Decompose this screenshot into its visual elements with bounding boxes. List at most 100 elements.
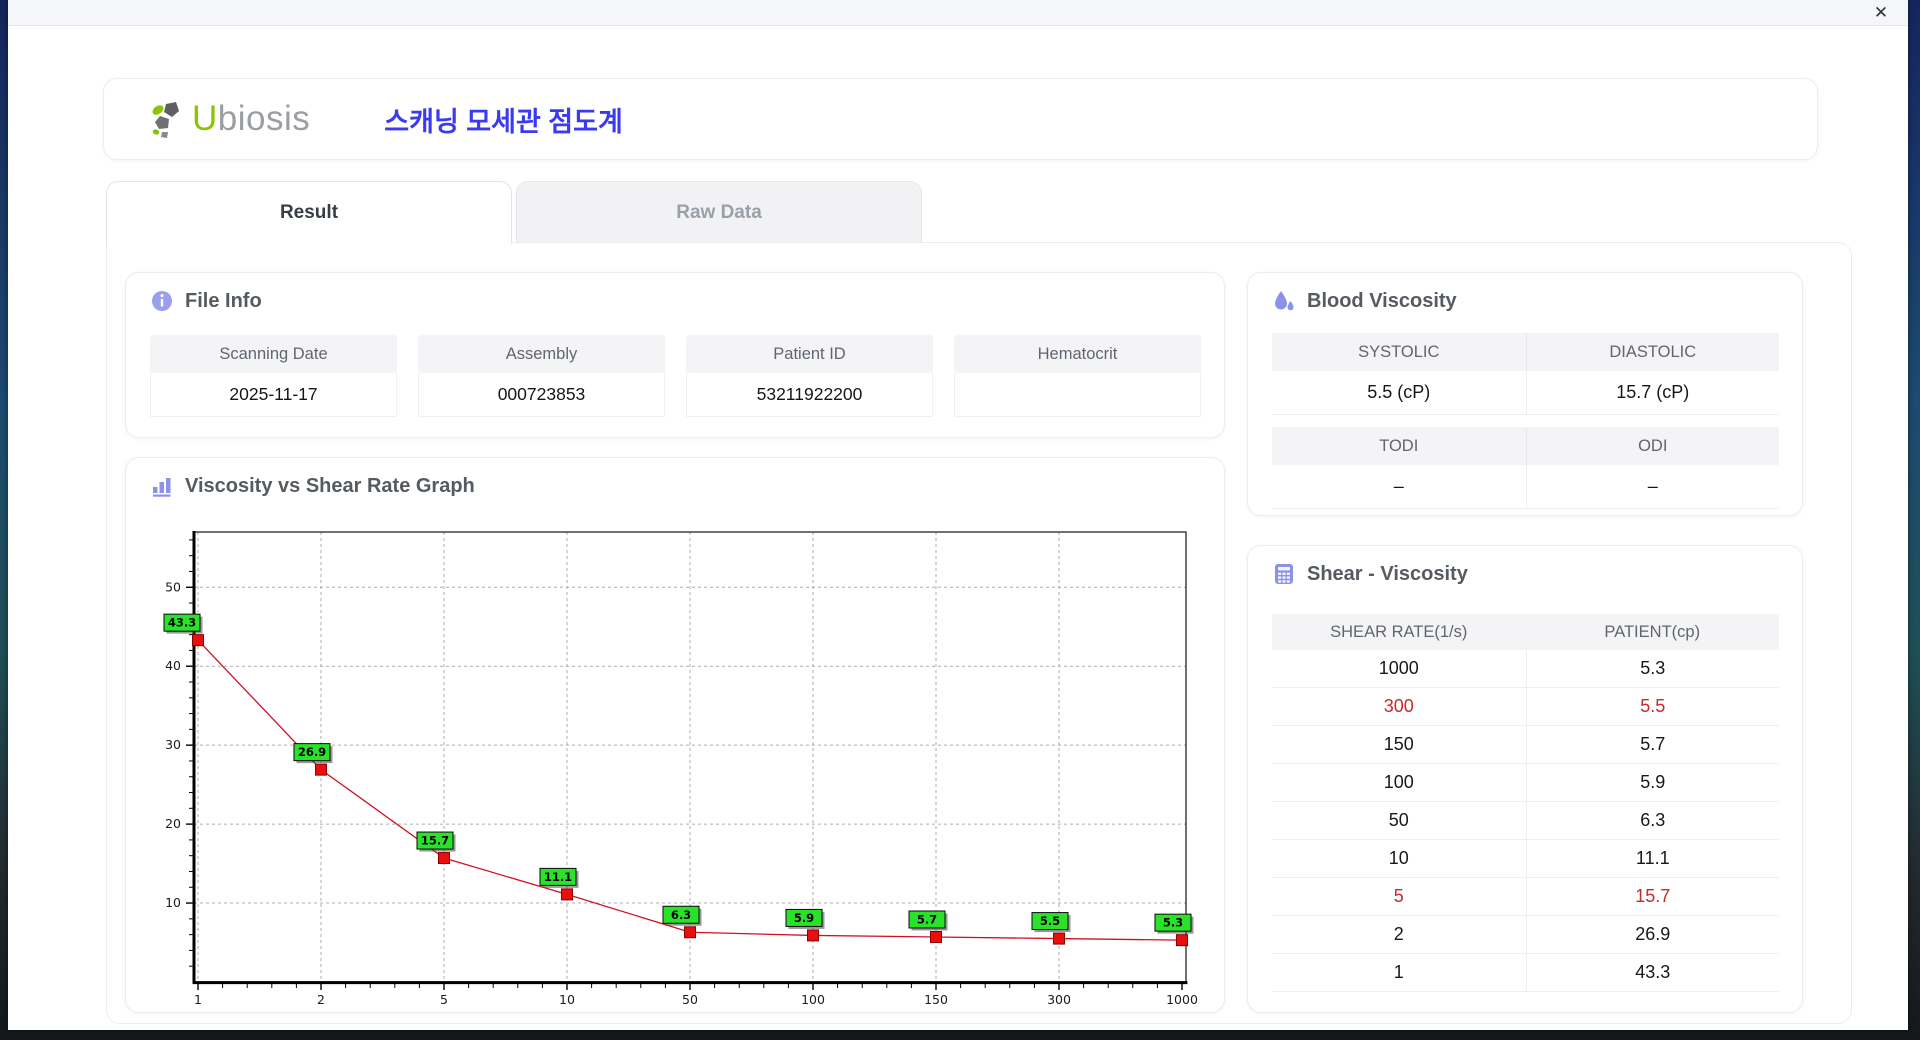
info-icon — [152, 291, 172, 311]
calculator-icon — [1275, 564, 1293, 584]
data-point-marker — [561, 888, 573, 901]
bv-value-cell: – — [1525, 465, 1779, 509]
page-title: 스캐닝 모세관 점도계 — [384, 106, 623, 137]
svg-text:10: 10 — [559, 992, 575, 1007]
shear-rate-cell: 100 — [1383, 772, 1414, 792]
shear-table-body: 1000 5.3 300 5.5 150 5.7 100 5.9 50 6.3 10 11.1 5 15.… — [1272, 650, 1779, 992]
field-value — [954, 373, 1201, 417]
blood-viscosity-card: Blood Viscosity SYSTOLIC DIASTOLIC 5.5 (cP… — [1247, 272, 1803, 516]
svg-text:50: 50 — [165, 579, 181, 594]
file-info-field-2: Patient ID 53211922200 — [686, 335, 933, 417]
bv-header-cell: DIASTOLIC — [1525, 333, 1779, 371]
field-label: Assembly — [418, 335, 665, 373]
tab-raw-data[interactable]: Raw Data — [516, 181, 922, 243]
data-point-marker — [930, 931, 942, 943]
shear-rate-cell: 50 — [1388, 810, 1409, 830]
svg-text:5.9: 5.9 — [794, 911, 814, 925]
svg-text:5: 5 — [440, 992, 448, 1007]
field-label: Scanning Date — [150, 335, 397, 373]
bv-header-cell: ODI — [1525, 427, 1779, 465]
graph-title: Viscosity vs Shear Rate Graph — [150, 474, 475, 498]
blood-viscosity-table: SYSTOLIC DIASTOLIC 5.5 (cP) 15.7 (cP) TODI OD… — [1272, 333, 1779, 509]
bv-header-row-1: TODI ODI — [1272, 427, 1779, 465]
patient-cell: 5.9 — [1525, 764, 1780, 801]
table-row: 1000 5.3 — [1272, 650, 1779, 688]
logo-rest: biosis — [217, 99, 311, 138]
table-row: 5 15.7 — [1272, 878, 1779, 916]
data-point-marker — [1053, 932, 1065, 945]
svg-text:40: 40 — [165, 658, 181, 673]
shear-rate-cell: 5 — [1393, 886, 1404, 906]
patient-cell: 6.3 — [1525, 802, 1780, 839]
patient-cell: 26.9 — [1525, 916, 1780, 953]
svg-text:43.3: 43.3 — [168, 616, 196, 630]
logo-text: Ubiosis — [192, 99, 310, 139]
data-point-marker — [192, 634, 204, 647]
patient-cell: 5.7 — [1525, 726, 1780, 763]
table-row: 100 5.9 — [1272, 764, 1779, 802]
file-info-label: File Info — [185, 289, 262, 312]
table-row: 10 11.1 — [1272, 840, 1779, 878]
file-info-card: File Info Scanning Date 2025-11-17 Assembl… — [125, 272, 1225, 438]
close-icon[interactable]: ✕ — [1870, 2, 1892, 24]
graph-card: Viscosity vs Shear Rate Graph 1 2 5 10 50 100… — [125, 457, 1225, 1013]
svg-text:150: 150 — [924, 992, 948, 1007]
shear-rate-cell: 1 — [1393, 962, 1404, 982]
blood-viscosity-label: Blood Viscosity — [1307, 289, 1457, 312]
patient-cell: 43.3 — [1525, 954, 1780, 991]
field-label: Hematocrit — [954, 335, 1201, 373]
svg-text:2: 2 — [317, 992, 325, 1007]
shear-table-header: SHEAR RATE(1/s) PATIENT(cp) — [1272, 614, 1779, 650]
svg-text:1: 1 — [194, 992, 202, 1007]
tab-result[interactable]: Result — [106, 181, 512, 244]
table-row: 150 5.7 — [1272, 726, 1779, 764]
shear-viscosity-label: Shear - Viscosity — [1307, 562, 1468, 585]
blood-viscosity-title: Blood Viscosity — [1272, 289, 1457, 313]
data-point-marker — [807, 929, 819, 942]
svg-text:300: 300 — [1047, 992, 1071, 1007]
field-label: Patient ID — [686, 335, 933, 373]
svg-text:5.7: 5.7 — [917, 913, 937, 927]
shear-viscosity-title: Shear - Viscosity — [1272, 562, 1468, 586]
file-info-title: File Info — [150, 289, 262, 313]
data-point-marker — [684, 926, 696, 939]
shear-rate-cell: 2 — [1393, 924, 1404, 944]
logo: Ubiosis — [146, 96, 310, 142]
file-info-field-0: Scanning Date 2025-11-17 — [150, 335, 397, 417]
field-value: 000723853 — [418, 373, 665, 417]
bv-value-row-0: 5.5 (cP) 15.7 (cP) — [1272, 371, 1779, 415]
svg-text:50: 50 — [682, 992, 698, 1007]
field-value: 53211922200 — [686, 373, 933, 417]
shear-viscosity-table: SHEAR RATE(1/s) PATIENT(cp) 1000 5.3 300 5.… — [1272, 614, 1779, 992]
bv-header-row-0: SYSTOLIC DIASTOLIC — [1272, 333, 1779, 371]
patient-cell: 5.5 — [1525, 688, 1780, 725]
graph-title-label: Viscosity vs Shear Rate Graph — [185, 474, 475, 497]
file-info-field-3: Hematocrit — [954, 335, 1201, 417]
bv-header-cell: TODI — [1272, 427, 1526, 465]
file-info-fields: Scanning Date 2025-11-17 Assembly 000723853… — [150, 335, 1202, 417]
ubiosis-logo-icon — [152, 102, 179, 138]
bv-value-row-1: – – — [1272, 465, 1779, 509]
data-point-marker — [438, 852, 450, 865]
table-row: 50 6.3 — [1272, 802, 1779, 840]
table-row: 1 43.3 — [1272, 954, 1779, 992]
logo-letter-u: U — [192, 99, 218, 138]
table-row: 300 5.5 — [1272, 688, 1779, 726]
svg-text:11.1: 11.1 — [544, 870, 572, 884]
data-point-marker — [315, 763, 327, 776]
shear-rate-cell: 10 — [1388, 848, 1409, 868]
app-header: Ubiosis 스캐닝 모세관 점도계 — [103, 78, 1818, 160]
patient-cell: 5.3 — [1525, 650, 1780, 687]
svg-text:5.3: 5.3 — [1163, 916, 1183, 930]
shear-viscosity-card: Shear - Viscosity SHEAR RATE(1/s) PATIEN… — [1247, 545, 1803, 1013]
svg-text:5.5: 5.5 — [1040, 914, 1060, 928]
svg-text:26.9: 26.9 — [298, 745, 326, 759]
bv-value-cell: – — [1272, 465, 1526, 509]
bv-value-cell: 5.5 (cP) — [1272, 371, 1526, 415]
patient-cell: 11.1 — [1525, 840, 1780, 877]
bv-value-cell: 15.7 (cP) — [1525, 371, 1779, 415]
svg-text:15.7: 15.7 — [421, 834, 449, 848]
file-info-field-1: Assembly 000723853 — [418, 335, 665, 417]
shear-col-header-patient: PATIENT(cp) — [1604, 622, 1701, 641]
svg-text:10: 10 — [165, 895, 181, 910]
